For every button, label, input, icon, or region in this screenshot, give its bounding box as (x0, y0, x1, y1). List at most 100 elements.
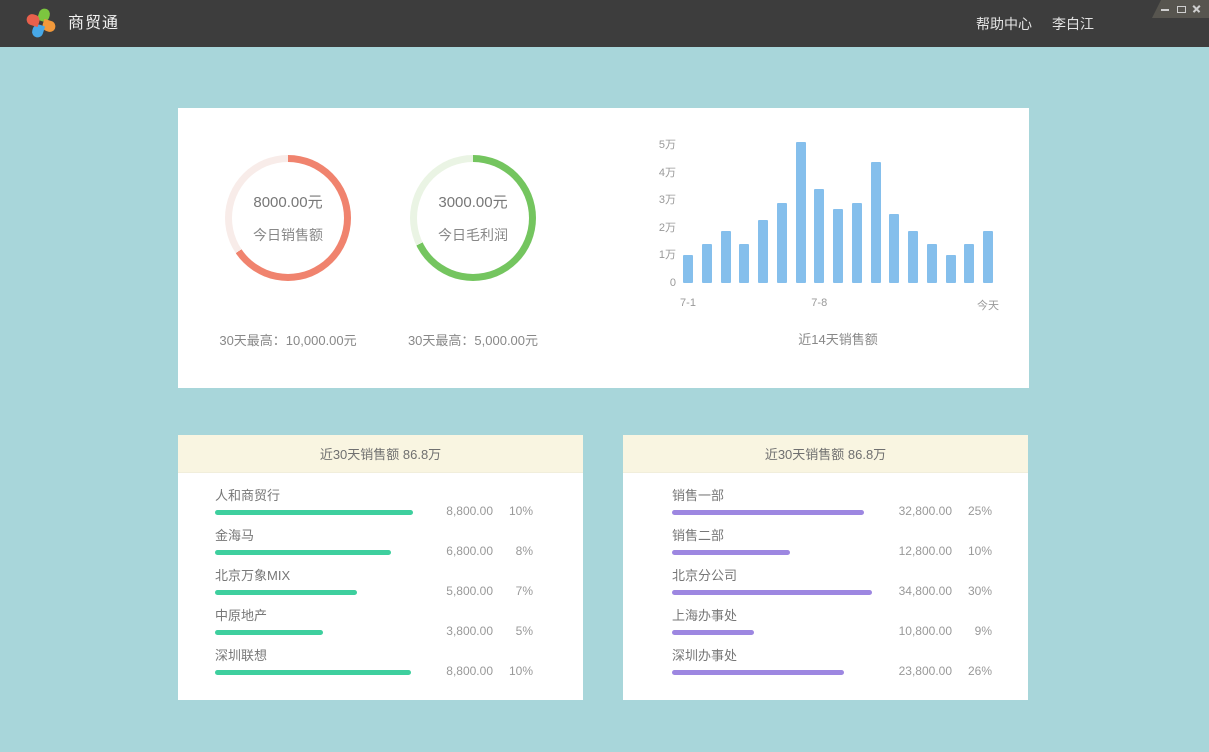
rank-item-name: 深圳办事处 (672, 648, 1028, 664)
today-sales-donut-ring: 8000.00元 今日销售额 (225, 155, 351, 281)
rank-list-item: 北京万象MIX5,800.00 7% (215, 568, 583, 608)
sales-14d-bar-chart: 5万4万3万2万1万0 7-17-8今天 近14天销售额 (650, 139, 995, 354)
daily-sales-bar (758, 220, 768, 284)
x-tick-label: 7-8 (811, 297, 827, 309)
rank-item-value: 8,800.00 10% (446, 664, 533, 678)
rank-item-amount: 23,800.00 (899, 664, 952, 678)
rank-item-value: 8,800.00 10% (446, 504, 533, 518)
rank-item-bar (215, 550, 391, 555)
rank-item-bar (672, 510, 864, 515)
close-icon[interactable] (1192, 4, 1202, 14)
today-profit-value: 3000.00元 (438, 191, 507, 212)
rank-item-percent: 10% (505, 504, 533, 518)
rank-item-percent: 30% (964, 584, 992, 598)
today-profit-donut-chart: 3000.00元 今日毛利润 (410, 155, 536, 281)
today-sales-donut-center: 8000.00元 今日销售额 (232, 162, 344, 274)
rank-list-item: 深圳办事处23,800.00 26% (672, 648, 1028, 688)
daily-sales-bar (721, 231, 731, 283)
rank-item-amount: 5,800.00 (446, 584, 493, 598)
minimize-icon[interactable] (1160, 4, 1170, 14)
daily-sales-bar (964, 244, 974, 283)
daily-sales-bar (702, 244, 712, 283)
daily-sales-bar (852, 203, 862, 283)
rank-item-name: 中原地产 (215, 608, 583, 624)
today-sales-value: 8000.00元 (253, 191, 322, 212)
bar-chart-x-axis: 7-17-8今天 (683, 297, 993, 311)
rank-item-amount: 6,800.00 (446, 544, 493, 558)
daily-sales-bar (946, 255, 956, 283)
rank-item-percent: 7% (505, 584, 533, 598)
customer-rank-title: 近30天销售额 86.8万 (178, 435, 583, 473)
daily-sales-bar (871, 162, 881, 283)
window-controls (1152, 0, 1209, 18)
daily-sales-bar (796, 142, 806, 283)
today-profit-donut-center: 3000.00元 今日毛利润 (417, 162, 529, 274)
rank-item-name: 销售二部 (672, 528, 1028, 544)
rank-item-percent: 26% (964, 664, 992, 678)
daily-sales-bar (908, 231, 918, 283)
maximize-icon[interactable] (1176, 4, 1186, 14)
daily-sales-bar (777, 203, 787, 283)
bar-chart-title: 近14天销售额 (683, 329, 993, 348)
app-logo-pinwheel-icon (26, 8, 56, 38)
rank-item-value: 12,800.00 10% (899, 544, 992, 558)
rank-item-bar (672, 550, 790, 555)
daily-sales-bar (814, 189, 824, 283)
rank-item-value: 32,800.00 25% (899, 504, 992, 518)
rank-item-percent: 25% (964, 504, 992, 518)
rank-item-amount: 32,800.00 (899, 504, 952, 518)
rank-list-item: 销售二部12,800.00 10% (672, 528, 1028, 568)
y-tick-label: 4万 (659, 166, 676, 180)
rank-item-amount: 34,800.00 (899, 584, 952, 598)
overview-card: 8000.00元 今日销售额 30天最高：10,000.00元 3000.00元… (178, 108, 1029, 388)
today-profit-label: 今日毛利润 (438, 225, 508, 245)
daily-sales-bar (927, 244, 937, 283)
rank-item-value: 34,800.00 30% (899, 584, 992, 598)
today-profit-donut-ring: 3000.00元 今日毛利润 (410, 155, 536, 281)
rank-item-amount: 8,800.00 (446, 504, 493, 518)
rank-list-item: 中原地产3,800.005% (215, 608, 583, 648)
rank-item-amount: 12,800.00 (899, 544, 952, 558)
department-rank-title: 近30天销售额 86.8万 (623, 435, 1028, 473)
rank-list-item: 上海办事处10,800.00 9% (672, 608, 1028, 648)
daily-sales-bar (983, 231, 993, 283)
rank-item-value: 3,800.005% (446, 624, 533, 638)
rank-item-bar (215, 510, 413, 515)
rank-item-percent: 10% (964, 544, 992, 558)
rank-item-name: 北京分公司 (672, 568, 1028, 584)
daily-sales-bar (833, 209, 843, 284)
help-center-link[interactable]: 帮助中心 (976, 14, 1032, 34)
customer-rank-card: 近30天销售额 86.8万 人和商贸行8,800.0010%金海马6,800.0… (178, 435, 583, 700)
department-rank-list: 销售一部32,800.0025%销售二部12,800.0010%北京分公司34,… (623, 473, 1028, 688)
y-tick-label: 2万 (659, 221, 676, 235)
topbar: 商贸通 帮助中心 李白江 (0, 0, 1209, 47)
x-tick-label: 今天 (977, 297, 999, 313)
rank-item-amount: 10,800.00 (899, 624, 952, 638)
rank-item-percent: 8% (505, 544, 533, 558)
rank-item-name: 上海办事处 (672, 608, 1028, 624)
y-tick-label: 0 (670, 276, 676, 290)
rank-list-item: 人和商贸行8,800.00 10% (215, 488, 583, 528)
rank-item-amount: 8,800.00 (446, 664, 493, 678)
rank-item-value: 6,800.00 8% (446, 544, 533, 558)
today-sales-donut-chart: 8000.00元 今日销售额 (225, 155, 351, 281)
rank-item-bar (672, 630, 754, 635)
today-profit-30d-max: 30天最高：5,000.00元 (363, 330, 583, 349)
rank-item-percent: 10% (505, 664, 533, 678)
rank-item-name: 北京万象MIX (215, 568, 583, 584)
rank-item-name: 深圳联想 (215, 648, 583, 664)
y-tick-label: 1万 (659, 248, 676, 262)
rank-item-name: 金海马 (215, 528, 583, 544)
user-menu[interactable]: 李白江 (1052, 14, 1094, 34)
y-tick-label: 5万 (659, 138, 676, 152)
rank-item-bar (672, 590, 872, 595)
daily-sales-bar (683, 255, 693, 283)
customer-rank-list: 人和商贸行8,800.0010%金海马6,800.008%北京万象MIX5,80… (178, 473, 583, 688)
rank-list-item: 销售一部32,800.0025% (672, 488, 1028, 528)
app-title: 商贸通 (68, 0, 119, 47)
rank-item-name: 人和商贸行 (215, 488, 583, 504)
rank-item-value: 23,800.00 26% (899, 664, 992, 678)
rank-item-percent: 9% (964, 624, 992, 638)
x-tick-label: 7-1 (680, 297, 696, 309)
rank-item-bar (215, 590, 357, 595)
